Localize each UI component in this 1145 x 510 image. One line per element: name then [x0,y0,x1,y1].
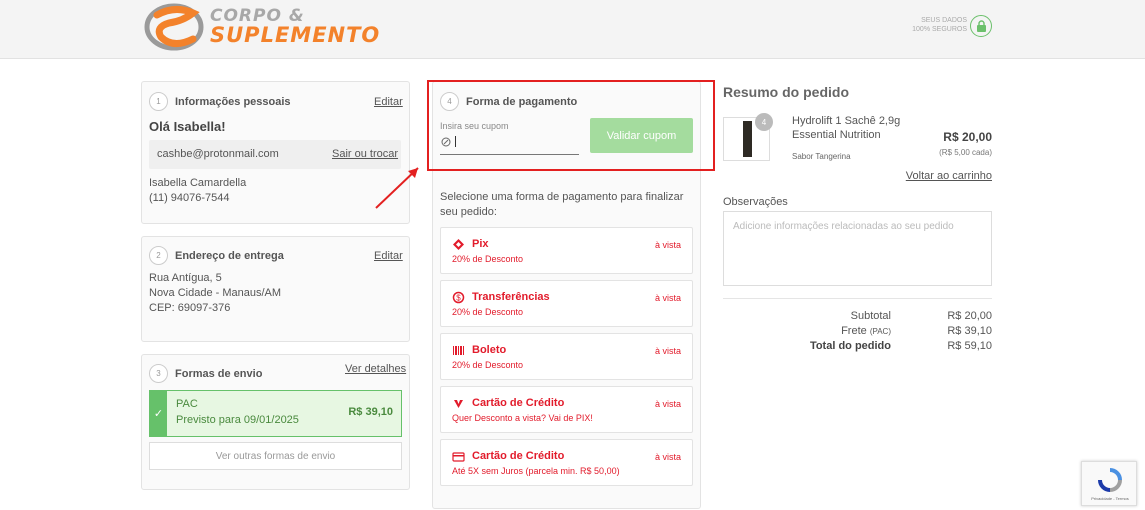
secure-badge-text: SEUS DADOS 100% SEGUROS [905,16,967,34]
payment-name: Transferências [472,291,550,303]
product-name-line1: Hydrolift 1 Sachê 2,9g [792,115,901,127]
step-badge-personal: 1 [149,92,168,111]
edit-personal-link[interactable]: Editar [374,96,403,108]
total-value: R$ 59,10 [947,340,992,352]
other-shipping-button[interactable]: Ver outras formas de envio [149,442,402,470]
edit-address-link[interactable]: Editar [374,250,403,262]
address-city: Nova Cidade - Manaus/AM [149,287,282,299]
pix-icon [453,239,464,250]
summary-title: Resumo do pedido [723,84,849,100]
payment-tag: à vista [654,346,681,356]
payment-name: Boleto [472,344,507,356]
notes-textarea[interactable]: Adicione informações relacionadas ao seu… [723,211,992,286]
freight-value: R$ 39,10 [947,325,992,337]
payment-option-boleto[interactable]: Boleto 20% de Desconto à vista [440,333,693,380]
recaptcha-text: Privacidade - Termos [1091,496,1129,501]
address-cep: CEP: 69097-376 [149,302,231,314]
product-image [743,121,752,157]
secure-line1: SEUS DADOS [921,17,967,24]
payment-instruction: Selecione uma forma de pagamento para fi… [440,191,684,218]
payment-option-credit-card-vista[interactable]: Cartão de Crédito Quer Desconto a vista?… [440,386,693,433]
payment-sub: 20% de Desconto [452,360,524,370]
shipping-option-pac[interactable]: ✓ PAC Previsto para 09/01/2025 R$ 39,10 [149,390,402,437]
payment-option-credit-card-installments[interactable]: Cartão de Crédito Até 5X sem Juros (parc… [440,439,693,486]
credit-card-icon [454,400,463,408]
shipping-price: R$ 39,10 [348,406,393,418]
credit-card-icon [452,452,465,462]
notes-label: Observações [723,196,788,208]
freight-label: Frete (PAC) [841,324,891,339]
recaptcha-icon [1098,468,1122,492]
logo-line2: SUPLEMENTO [210,23,381,47]
subtotal-value: R$ 20,00 [947,310,992,322]
annotation-arrow-icon [375,167,419,209]
payment-name: Pix [472,238,489,250]
payment-sub: Quer Desconto a vista? Vai de PIX! [452,413,593,423]
payment-name: Cartão de Crédito [472,450,565,462]
payment-sub: 20% de Desconto [452,254,524,264]
shipping-eta: Previsto para 09/01/2025 [176,414,299,426]
divider [723,298,992,299]
payment-option-transfer[interactable]: $ Transferências 20% de Desconto à vista [440,280,693,327]
recaptcha-badge[interactable]: Privacidade - Termos [1081,461,1137,506]
step-badge-shipping: 3 [149,364,168,383]
payment-tag: à vista [654,399,681,409]
shipping-title: Formas de envio [175,368,263,380]
payment-tag: à vista [654,452,681,462]
product-qty-badge: 4 [755,113,773,131]
product-price: R$ 20,00 [943,130,992,144]
transfer-icon: $ [452,291,465,304]
shipping-method-name: PAC [176,398,198,410]
payment-tag: à vista [654,240,681,250]
subtotal-label: Subtotal [850,310,891,322]
shipping-details-link[interactable]: Ver detalhes [345,363,406,375]
user-phone: (11) 94076-7544 [149,192,230,204]
payment-name: Cartão de Crédito [472,397,565,409]
payment-sub: Até 5X sem Juros (parcela min. R$ 50,00) [452,466,620,476]
product-unit-price: (R$ 5,00 cada) [939,148,992,157]
back-to-cart-link[interactable]: Voltar ao carrinho [906,170,992,182]
address-title: Endereço de entrega [175,250,284,262]
check-icon: ✓ [150,391,167,436]
user-email: cashbe@protonmail.com [157,148,279,160]
svg-text:$: $ [456,294,461,303]
freight-method: (PAC) [869,327,891,336]
freight-label-text: Frete [841,325,867,337]
product-name-line2: Essential Nutrition [792,129,881,141]
payment-sub: 20% de Desconto [452,307,524,317]
total-label: Total do pedido [809,340,891,352]
step-badge-address: 2 [149,246,168,265]
payment-option-pix[interactable]: Pix 20% de Desconto à vista [440,227,693,274]
greeting: Olá Isabella! [149,119,226,134]
personal-info-title: Informações pessoais [175,96,291,108]
logout-link[interactable]: Sair ou trocar [332,148,398,160]
user-name: Isabella Camardella [149,177,247,189]
top-header: CORPO & SUPLEMENTO SEUS DADOS 100% SEGUR… [0,0,1145,59]
logo-wordmark: CORPO & SUPLEMENTO [210,8,380,46]
product-flavor: Sabor Tangerina [792,152,851,161]
payment-tag: à vista [654,293,681,303]
highlight-box [427,80,715,171]
address-street: Rua Antígua, 5 [149,272,222,284]
secure-line2: 100% SEGUROS [912,26,967,33]
lock-icon [970,15,992,37]
barcode-icon [453,346,464,355]
